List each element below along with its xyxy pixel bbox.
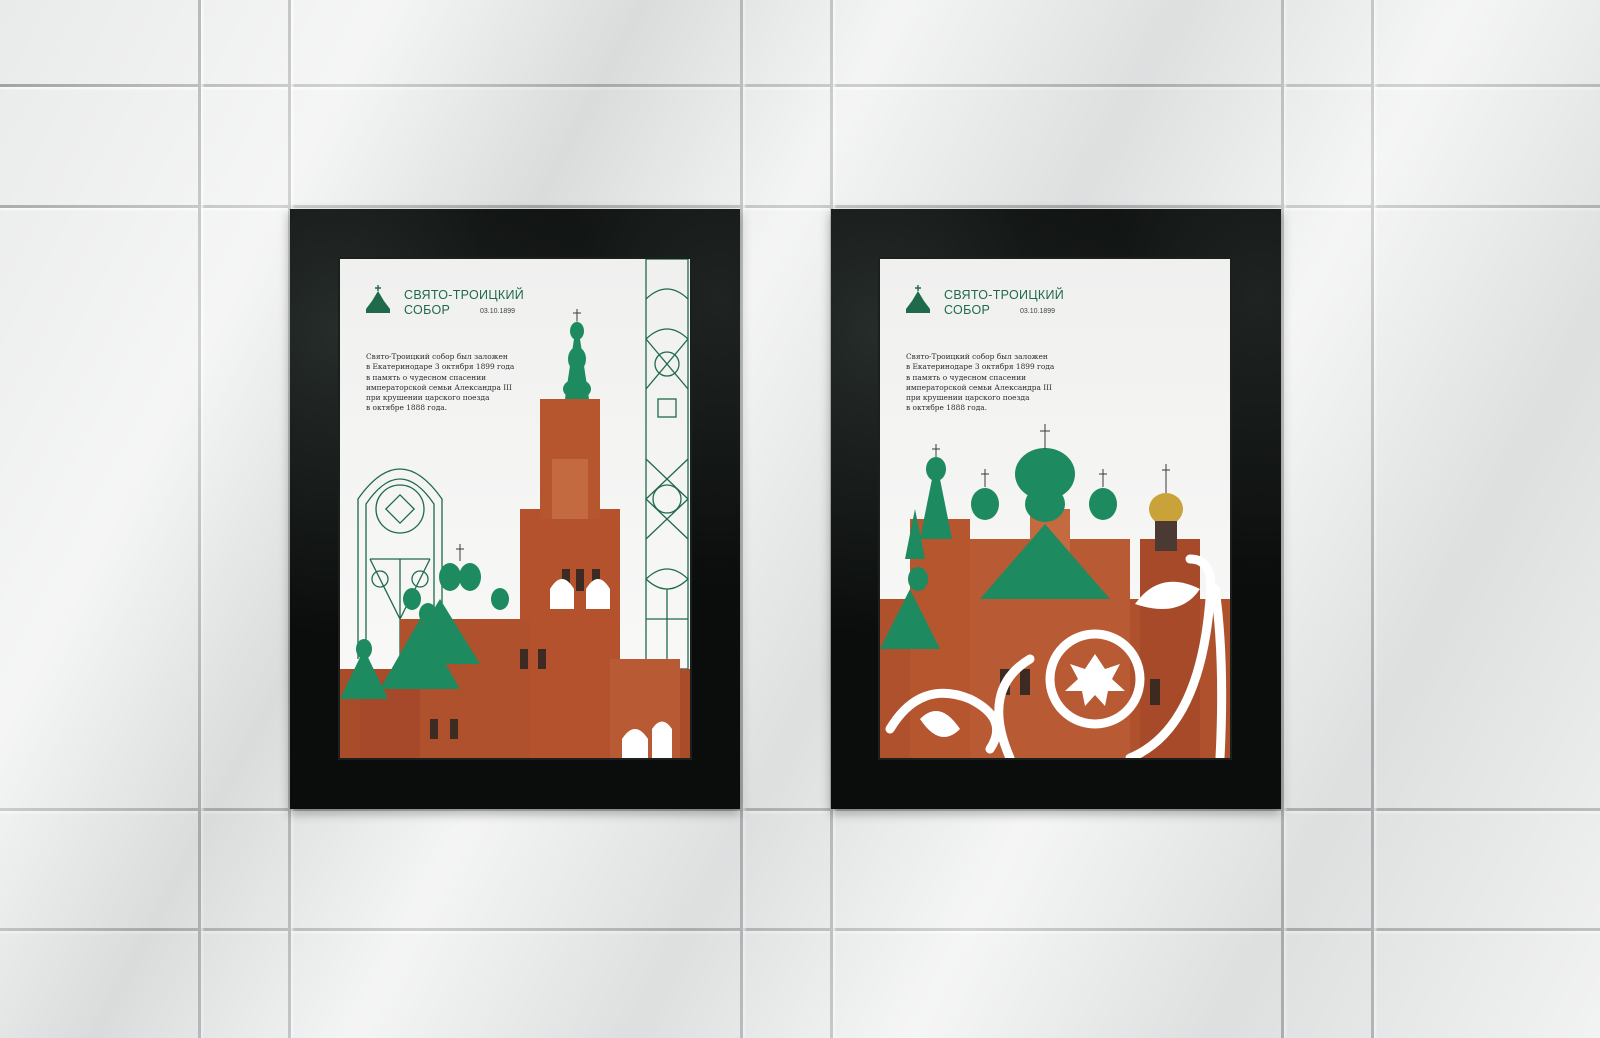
poster-date: 03.10.1899	[480, 308, 516, 315]
poster-description: Свято-Троицкий собор был заложен в Екате…	[906, 352, 1055, 413]
poster-date: 03.10.1899	[1020, 308, 1056, 315]
panel-seam	[0, 808, 1600, 811]
poster-frame-left: СВЯТО-ТРОИЦКИЙ СОБОР 03.10.1899 Свято-Тр…	[290, 209, 740, 809]
panel-seam	[1281, 0, 1284, 1038]
cathedral-illustration	[340, 259, 690, 758]
poster-frame-right: СВЯТО-ТРОИЦКИЙ СОБОР 03.10.1899 Свято-Тр…	[831, 209, 1281, 809]
ornament-pattern	[645, 259, 689, 670]
panel-seam	[0, 205, 1600, 208]
poster-left: СВЯТО-ТРОИЦКИЙ СОБОР 03.10.1899 Свято-Тр…	[340, 259, 690, 758]
church-logo-icon	[366, 285, 390, 313]
panel-seam	[1371, 0, 1374, 1038]
panel-seam	[198, 0, 201, 1038]
panel-seam	[740, 0, 743, 1038]
panel-seam	[0, 84, 1600, 87]
poster-right: СВЯТО-ТРОИЦКИЙ СОБОР 03.10.1899 Свято-Тр…	[880, 259, 1230, 758]
golden-dome	[1149, 493, 1183, 525]
tiled-wall	[0, 0, 1600, 1038]
cathedral-illustration	[880, 424, 1230, 758]
panel-seam	[0, 928, 1600, 931]
poster-description: Свято-Троицкий собор был заложен в Екате…	[366, 352, 515, 413]
church-logo-icon	[906, 285, 930, 313]
